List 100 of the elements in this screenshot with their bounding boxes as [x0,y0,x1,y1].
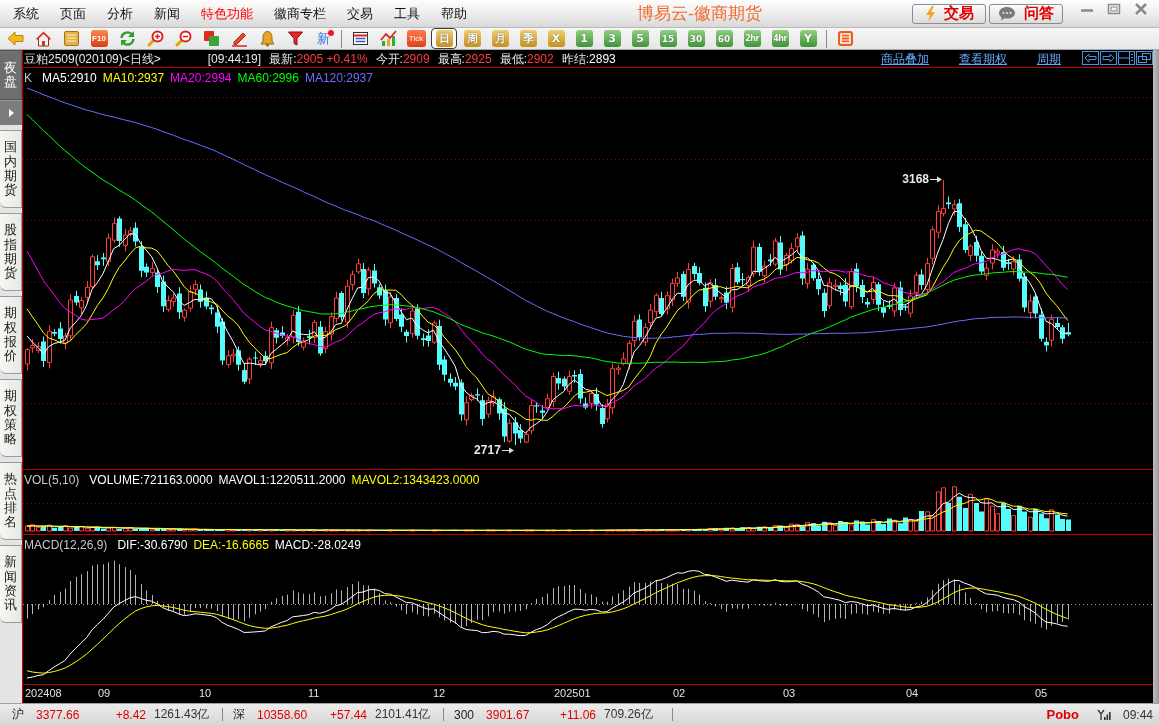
notification-dot-icon [327,30,334,36]
split-panel-icon[interactable] [1118,51,1135,65]
side-tab[interactable]: 新闻资讯 [0,545,22,623]
quote-label: 最低: [499,52,527,66]
collapse-toggle[interactable] [0,100,22,125]
funnel-icon[interactable] [286,30,304,47]
overlapping-squares-icon[interactable] [202,30,220,47]
news-button[interactable]: 新 [314,30,332,47]
side-tab[interactable]: 期权报价 [0,296,22,374]
lightning-icon [924,5,936,22]
speech-bubble-icon [998,6,1016,21]
quote-label: 最高: [437,52,465,66]
side-tab[interactable]: 国内期货 [0,130,22,208]
index-amount: 2101.41亿 [375,706,432,723]
menu-item[interactable]: 工具 [394,4,420,23]
zoom-out-icon[interactable] [174,30,192,47]
header-link[interactable]: 周期 [1037,52,1061,66]
quote-value: 2893 [589,52,616,66]
ask-button[interactable]: 问答 [989,3,1063,24]
index-name: 300 [454,707,475,722]
side-tab[interactable]: 股指期货 [0,213,22,291]
macd-legend-value: MACD:-28.0249 [274,538,361,552]
brand-logo: Pobo [1046,707,1079,722]
quote-label: 最新: [269,52,297,66]
menu-item[interactable]: 新闻 [154,4,180,23]
axis-label: 05 [1035,687,1048,699]
volume-legend-value: VOLUME:721163.0000 [89,473,213,487]
index-change: +57.44 [328,707,367,722]
pencil-icon[interactable] [230,30,248,47]
quote-value: 2902 [527,52,554,66]
quote-label: 今开: [375,52,403,66]
axis-label: 10 [199,687,212,699]
bell-icon[interactable] [258,30,276,47]
app-title: 博易云-徽商期货 [637,3,762,25]
axis-label: 12 [433,687,446,699]
ma-legend-value: MA10:2937 [102,71,165,85]
clock-time: 09:44 [1122,707,1153,722]
header-link[interactable]: 商品叠加 [881,52,929,66]
back-arrow-icon[interactable] [6,30,24,47]
macd-legend-value: DEA:-16.6665 [193,538,269,552]
low-price-label: 2717 [474,443,501,457]
side-tab[interactable]: 热点排名 [0,462,22,540]
index-value: 3901.67 [486,707,531,722]
index-value: 3377.66 [36,707,81,722]
axis-label: 11 [308,687,320,699]
restore-window-icon[interactable] [1136,51,1153,65]
close-icon[interactable] [1133,3,1149,15]
volume-legend-value: MAVOL1:1220511.2000 [218,473,346,487]
ma-legend-value: MA5:2910 [42,71,97,85]
index-value: 10358.60 [257,707,309,722]
indicator-label: VOL(5,10) [24,473,80,487]
ma-legend-value: MA20:2994 [170,71,232,85]
menu-item[interactable]: 页面 [60,4,86,23]
menu-item[interactable]: 分析 [107,4,133,23]
arrow-left-icon[interactable] [1082,51,1099,65]
trade-button[interactable]: 交易 [912,3,986,24]
indicator-label: MACD(12,26,9) [24,538,108,552]
f10-button[interactable]: F10 [90,30,108,47]
axis-label: 04 [906,687,919,699]
index-change: +8.42 [114,707,146,722]
indicator-label: K [24,71,32,85]
ma-legend-value: MA60:2996 [237,71,299,85]
high-price-label: 3168 [902,172,929,186]
macd-legend-value: DIF:-30.6790 [117,538,188,552]
tick-button[interactable]: Tick [406,30,426,47]
bar-chart-icon[interactable] [379,30,397,47]
menu-item[interactable]: 帮助 [441,4,467,23]
axis-label: 09 [98,687,111,699]
side-tab[interactable]: 期权策略 [0,379,22,457]
leader-arrow [930,175,942,183]
home-icon[interactable] [34,30,52,47]
header-link[interactable]: 查看期权 [959,52,1007,66]
quote-label: 昨结: [561,52,590,66]
arrow-right-icon[interactable] [1100,51,1117,65]
zoom-in-icon[interactable] [146,30,164,47]
menu-item[interactable]: 特色功能 [201,4,253,23]
list-icon[interactable] [836,30,854,47]
menu-item[interactable]: 徽商专栏 [274,4,326,23]
side-tab[interactable]: 夜盘 [0,50,22,100]
ma-legend-value: MA120:2937 [304,71,373,85]
menu-item[interactable]: 交易 [347,4,373,23]
index-amount: 1261.43亿 [154,706,211,723]
volume-legend-value: MAVOL2:1343423.0000 [351,473,480,487]
refresh-icon[interactable] [118,30,136,47]
axis-label: 202501 [554,687,591,699]
index-name: 沪 [12,706,24,723]
table-icon[interactable] [351,30,369,47]
axis-label: 03 [783,687,796,699]
quote-value: 2905 +0.41% [296,52,368,66]
menu-item[interactable]: 系统 [13,4,39,23]
signal-icon [1096,708,1111,721]
axis-label: 02 [673,687,686,699]
quote-time: [09:44:19] [207,52,262,66]
notepad-icon[interactable] [62,30,80,47]
maximize-icon[interactable] [1107,3,1121,15]
index-change: +11.06 [558,707,597,722]
instrument-title: 豆粕2509(020109)<日线> [24,52,161,66]
leader-arrow [501,446,514,454]
index-name: 深 [233,706,245,723]
axis-label: 202408 [25,687,62,699]
